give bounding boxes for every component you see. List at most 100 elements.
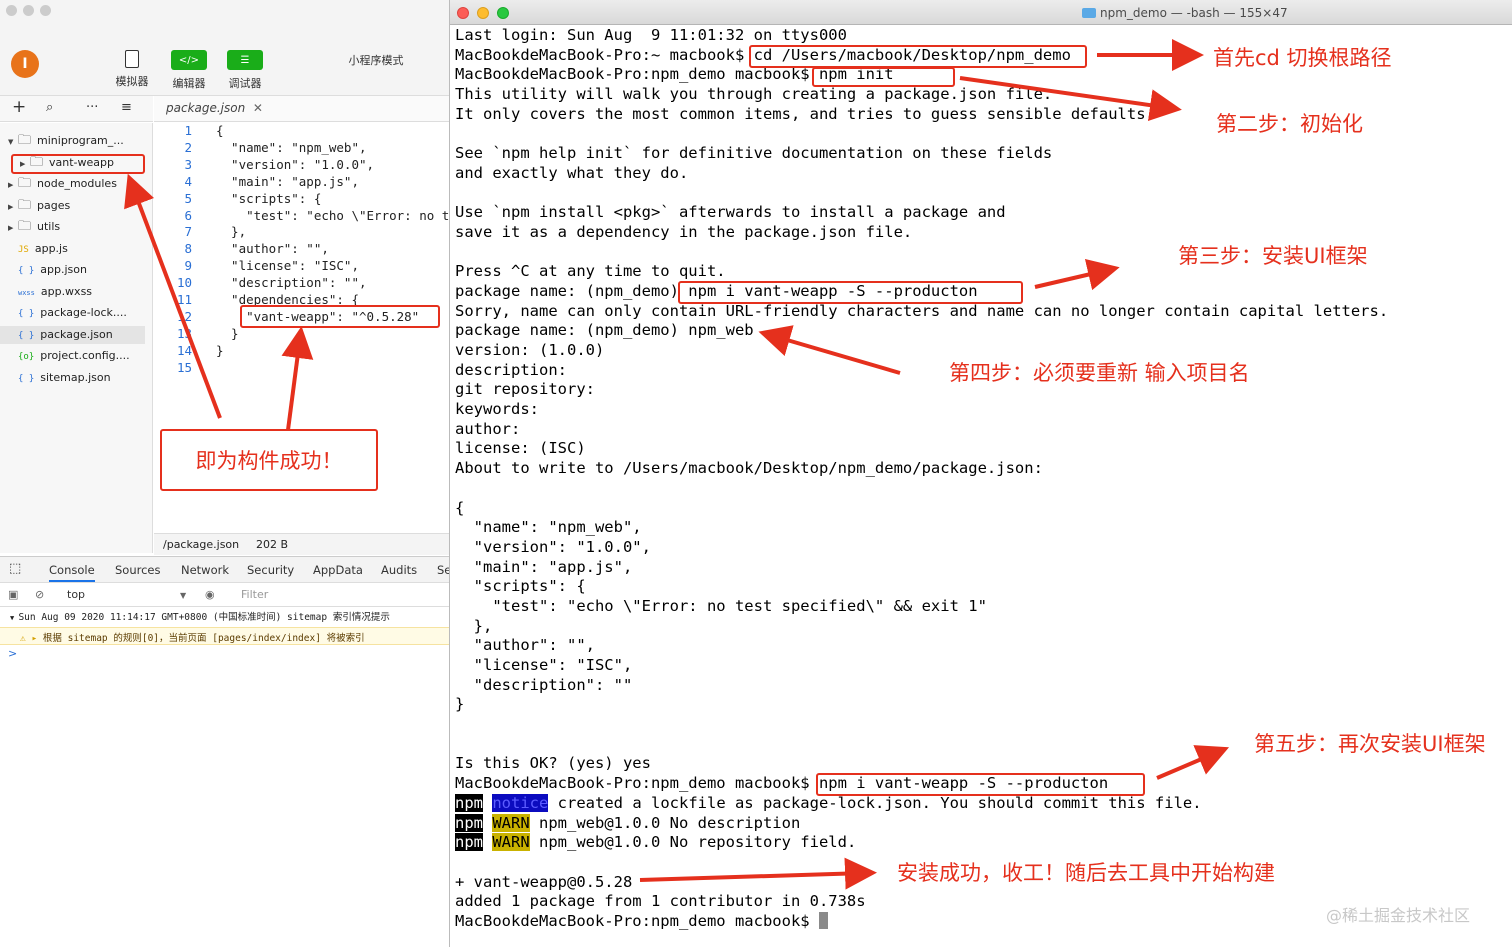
- sidebar-toggle-icon[interactable]: ▣: [8, 588, 18, 601]
- line-number: 1: [184, 123, 192, 138]
- chevron-down-icon[interactable]: ▼: [8, 133, 18, 151]
- terminal-line: This utility will walk you through creat…: [455, 85, 1053, 104]
- tree-item[interactable]: { } package.json: [0, 325, 145, 344]
- terminal-line: "author": "",: [455, 636, 595, 655]
- context-select[interactable]: top: [67, 588, 85, 601]
- tree-item[interactable]: ▶ 🗀 pages: [8, 197, 70, 215]
- terminal-line: "name": "npm_web",: [455, 518, 642, 537]
- devtools-tab[interactable]: Console: [49, 563, 95, 582]
- chevron-right-icon[interactable]: ▶: [8, 198, 18, 216]
- tree-item[interactable]: ▶ 🗀 utils: [8, 218, 60, 236]
- terminal-titlebar: npm_demo — -bash — 155×47: [450, 0, 1512, 25]
- zoom-dot[interactable]: [40, 5, 51, 16]
- terminal-window[interactable]: npm_demo — -bash — 155×47 Last login: Su…: [449, 0, 1512, 947]
- highlight-vant-folder: [11, 154, 145, 174]
- debugger-button[interactable]: ☰ 调试器: [221, 50, 269, 91]
- console-prompt[interactable]: >: [8, 647, 17, 660]
- tree-item[interactable]: { } app.json: [8, 261, 87, 279]
- tree-item-label: utils: [37, 220, 61, 233]
- code-icon: </>: [171, 50, 207, 70]
- eye-icon[interactable]: ◉: [205, 588, 215, 601]
- highlight-second-install: [816, 773, 1145, 796]
- inspect-icon[interactable]: ⬚: [9, 561, 21, 576]
- code-icon-glyph: </>: [178, 54, 200, 66]
- terminal-line-text: added 1 package from 1 contributor in 0.…: [455, 892, 866, 911]
- terminal-line: "version": "1.0.0",: [455, 537, 651, 556]
- terminal-line: },: [455, 616, 493, 635]
- json-icon: { }: [18, 266, 35, 276]
- devtools-tab[interactable]: AppData: [313, 563, 363, 577]
- collapse-icon[interactable]: ≡: [121, 100, 132, 115]
- tree-item[interactable]: {o} project.config....: [8, 347, 130, 365]
- success-callout: 即为构件成功！: [160, 429, 378, 491]
- chevron-down-icon[interactable]: ▼: [180, 591, 186, 600]
- explorer-toolbar: + ⌕ ··· ≡: [0, 96, 153, 122]
- tree-item[interactable]: { } sitemap.json: [8, 369, 111, 387]
- terminal-line: keywords:: [455, 400, 539, 419]
- tree-item[interactable]: ▶ 🗀 node_modules: [8, 175, 117, 193]
- step1-note: 首先cd 切换根路径: [1213, 46, 1392, 70]
- success-callout-text: 即为构件成功！: [195, 449, 343, 473]
- folder-icon: [1082, 8, 1096, 18]
- chevron-right-icon[interactable]: ▶: [8, 176, 18, 194]
- simulator-label: 模拟器: [115, 75, 149, 88]
- zoom-dot[interactable]: [497, 7, 509, 19]
- npm-log-line: npm WARN npm_web@1.0.0 No description: [455, 813, 1388, 834]
- line-number: 12: [176, 308, 192, 324]
- tree-item[interactable]: wxss app.wxss: [8, 283, 92, 301]
- tab-package-json[interactable]: package.json ✕: [166, 101, 263, 115]
- editor-button[interactable]: </> 编辑器: [165, 50, 213, 91]
- file-path: /package.json: [163, 538, 240, 551]
- tree-item[interactable]: { } package-lock....: [8, 304, 127, 322]
- watermark: @稀土掘金技术社区: [1326, 906, 1471, 925]
- wxss-icon: wxss: [18, 288, 35, 297]
- filter-input[interactable]: Filter: [241, 588, 268, 601]
- chevron-right-icon[interactable]: ▶: [8, 219, 18, 237]
- npm-level-badge: notice: [492, 793, 549, 812]
- tree-item[interactable]: ▼ 🗀 miniprogram_...: [8, 132, 124, 150]
- devtools-tab[interactable]: Security: [247, 563, 294, 577]
- more-icon[interactable]: ···: [86, 100, 98, 115]
- file-tree: ▼ 🗀 miniprogram_... ▶ 🗀 vant-weapp ▶ 🗀 node_modu…: [0, 123, 153, 553]
- warning-icon: ⚠ ▸: [20, 633, 43, 644]
- clear-icon[interactable]: ⊘: [35, 588, 44, 601]
- code-line: },: [216, 224, 247, 240]
- close-icon[interactable]: ✕: [253, 101, 263, 115]
- close-dot[interactable]: [6, 5, 17, 16]
- terminal-line: "test": "echo \"Error: no test specified…: [455, 596, 987, 615]
- close-dot[interactable]: [457, 7, 469, 19]
- add-icon[interactable]: +: [12, 97, 26, 117]
- line-number: 8: [184, 241, 192, 257]
- terminal-line: See `npm help init` for definitive docum…: [455, 144, 1053, 163]
- search-icon[interactable]: ⌕: [46, 100, 53, 115]
- devtools-tab[interactable]: Audits: [381, 563, 417, 577]
- simulator-button[interactable]: 模拟器: [108, 50, 156, 89]
- tree-item-label: package.json: [40, 327, 113, 341]
- mode-select[interactable]: 小程序模式: [336, 52, 416, 68]
- devtools-tabs: ⬚ Console Sources Network Security AppData Au…: [0, 557, 450, 583]
- tree-item[interactable]: JS app.js: [8, 240, 68, 258]
- log-warning[interactable]: ⚠ ▸ 根据 sitemap 的规则[0]，当前页面 [pages/index/…: [0, 627, 450, 645]
- devtools-tab[interactable]: Network: [181, 563, 229, 577]
- editor-statusbar: /package.json 202 B: [154, 533, 450, 555]
- terminal-line: and exactly what they do.: [455, 163, 689, 182]
- avatar[interactable]: I: [11, 50, 39, 78]
- done-note: 安装成功，收工！随后去工具中开始构建: [897, 861, 1275, 885]
- log-header[interactable]: ▼ Sun Aug 09 2020 11:14:17 GMT+0800 (中国标…: [0, 609, 450, 625]
- terminal-line: "description": "": [455, 675, 633, 694]
- npm-tag: npm: [455, 793, 483, 812]
- line-number: 3: [184, 156, 192, 172]
- npm-log-line: npm WARN npm_web@1.0.0 No repository fie…: [455, 833, 1388, 853]
- terminal-line: license: (ISC): [455, 439, 586, 458]
- tree-item-label: sitemap.json: [40, 370, 111, 384]
- minimize-dot[interactable]: [477, 7, 489, 19]
- code-line: }: [216, 325, 239, 341]
- devtools-tab[interactable]: Sources: [115, 563, 161, 577]
- npm-tag: npm: [455, 813, 483, 832]
- minimize-dot[interactable]: [23, 5, 34, 16]
- terminal-line: Sorry, name can only contain URL-friendl…: [455, 301, 1389, 320]
- code-line: "license": "ISC",: [216, 258, 359, 274]
